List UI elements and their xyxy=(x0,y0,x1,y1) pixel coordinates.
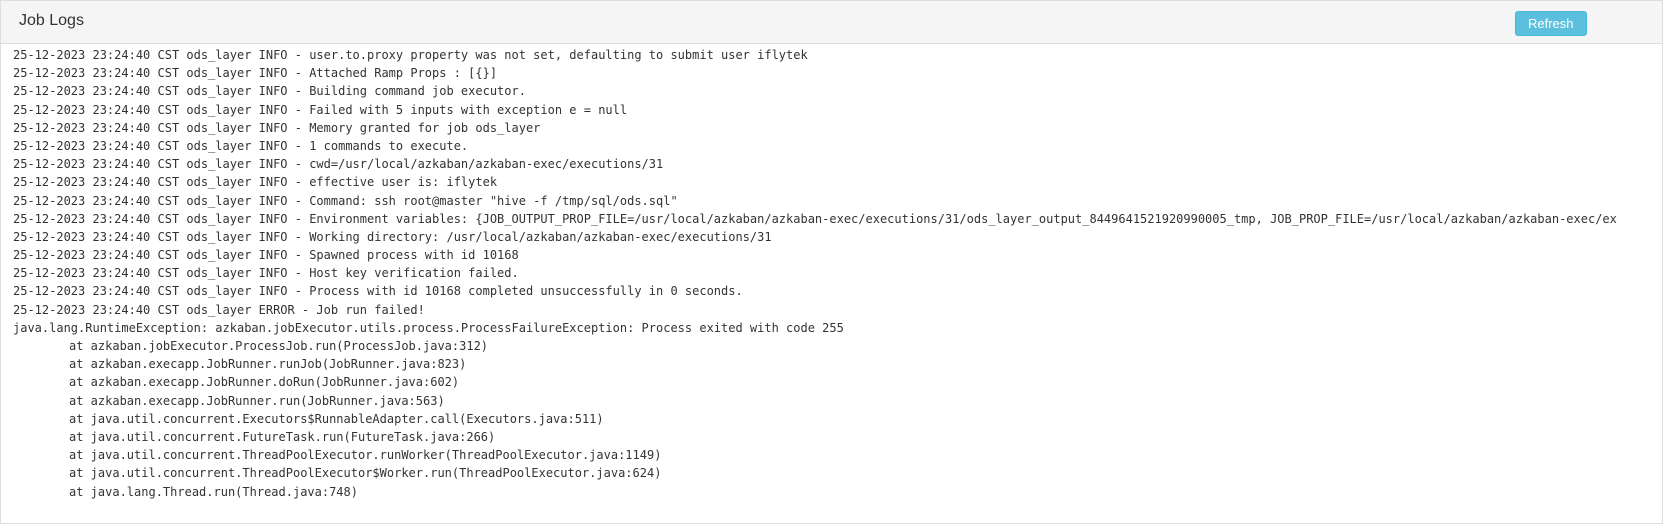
page-title: Job Logs xyxy=(19,12,84,29)
stack-trace-line: at java.util.concurrent.FutureTask.run(F… xyxy=(69,429,496,444)
log-line: 25-12-2023 23:24:40 CST ods_layer INFO -… xyxy=(13,48,808,62)
stack-trace-line: at java.lang.Thread.run(Thread.java:748) xyxy=(69,484,358,499)
log-line: 25-12-2023 23:24:40 CST ods_layer INFO -… xyxy=(13,138,469,153)
log-viewer[interactable]: 25-12-2023 23:24:40 CST ods_layer INFO -… xyxy=(1,44,1662,523)
stack-trace-line: at azkaban.jobExecutor.ProcessJob.run(Pr… xyxy=(69,339,489,353)
log-line: 25-12-2023 23:24:40 CST ods_layer INFO -… xyxy=(13,266,519,281)
log-line: 25-12-2023 23:24:40 CST ods_layer INFO -… xyxy=(13,84,526,99)
refresh-button[interactable]: Refresh xyxy=(1515,11,1587,36)
stack-trace-line: at azkaban.execapp.JobRunner.run(JobRunn… xyxy=(69,393,445,408)
log-line: java.lang.RuntimeException: azkaban.jobE… xyxy=(13,320,844,335)
log-line: 25-12-2023 23:24:40 CST ods_layer INFO -… xyxy=(13,193,678,208)
stack-trace-line: at java.util.concurrent.ThreadPoolExecut… xyxy=(69,448,662,463)
log-line: 25-12-2023 23:24:40 CST ods_layer INFO -… xyxy=(13,229,772,244)
log-line: 25-12-2023 23:24:40 CST ods_layer INFO -… xyxy=(13,157,664,172)
log-line: 25-12-2023 23:24:40 CST ods_layer INFO -… xyxy=(13,102,628,117)
log-line: 25-12-2023 23:24:40 CST ods_layer INFO -… xyxy=(13,211,1617,226)
log-line: 25-12-2023 23:24:40 CST ods_layer INFO -… xyxy=(13,66,498,81)
log-line: 25-12-2023 23:24:40 CST ods_layer ERROR … xyxy=(13,302,425,317)
panel-header: Job Logs Refresh xyxy=(1,1,1662,44)
log-line: 25-12-2023 23:24:40 CST ods_layer INFO -… xyxy=(13,120,541,135)
stack-trace-line: at java.util.concurrent.ThreadPoolExecut… xyxy=(69,466,662,481)
stack-trace-line: at azkaban.execapp.JobRunner.runJob(JobR… xyxy=(69,357,467,372)
log-line: 25-12-2023 23:24:40 CST ods_layer INFO -… xyxy=(13,175,498,190)
log-text: 25-12-2023 23:24:40 CST ods_layer INFO -… xyxy=(1,44,1662,501)
stack-trace-line: at azkaban.execapp.JobRunner.doRun(JobRu… xyxy=(69,375,460,390)
log-line: 25-12-2023 23:24:40 CST ods_layer INFO -… xyxy=(13,248,519,263)
stack-trace-line: at java.util.concurrent.Executors$Runnab… xyxy=(69,411,604,426)
log-line: 25-12-2023 23:24:40 CST ods_layer INFO -… xyxy=(13,284,743,299)
job-logs-panel: Job Logs Refresh 25-12-2023 23:24:40 CST… xyxy=(0,0,1663,524)
